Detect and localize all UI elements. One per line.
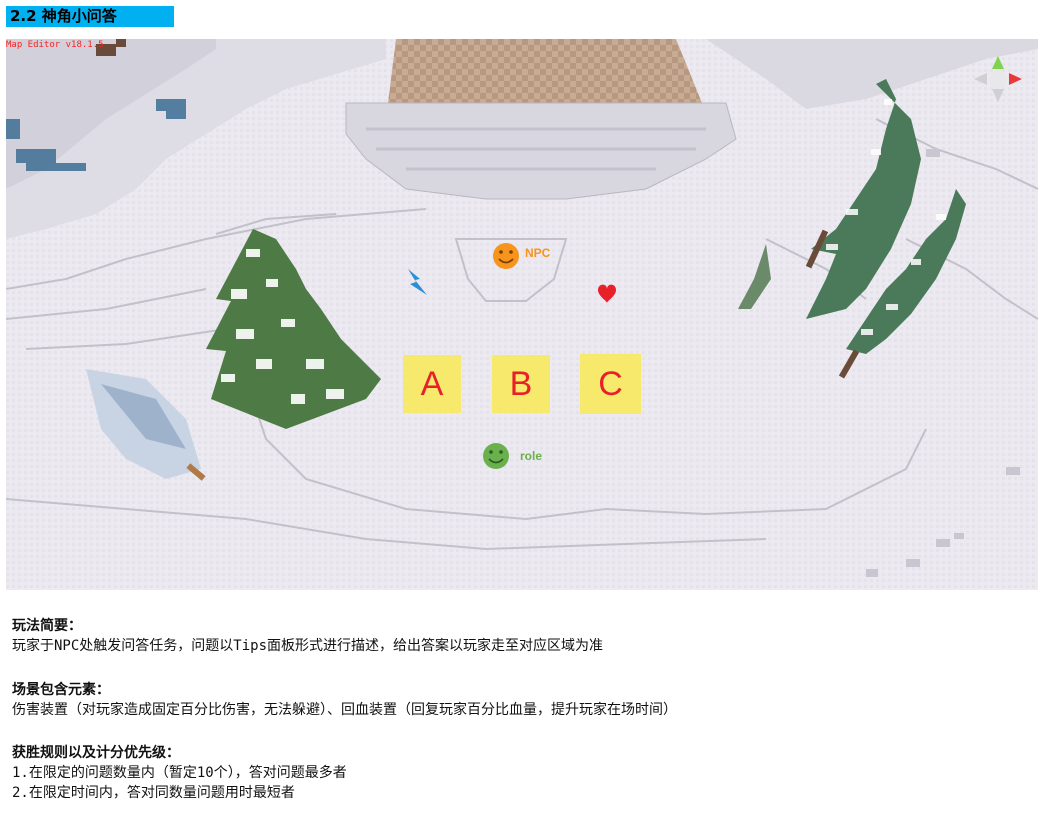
- rules-line-1: 1.在限定的问题数量内（暂定10个），答对问题最多者: [12, 765, 347, 781]
- elements-title: 场景包含元素：: [12, 682, 110, 698]
- gameplay-title: 玩法简要：: [12, 618, 82, 634]
- elements-section: 场景包含元素： 伤害装置（对玩家造成固定百分比伤害，无法躲避）、回血装置（回复玩…: [12, 680, 1032, 720]
- answer-zone-b[interactable]: B: [492, 355, 550, 413]
- npc-face-icon: [493, 243, 519, 269]
- section-header: 2.2 神角小问答: [6, 6, 174, 27]
- map-editor-viewport[interactable]: Map Editor v18.1.5 NPC role A B C: [6, 39, 1038, 590]
- gameplay-line: 玩家于NPC处触发问答任务，问题以Tips面板形式进行描述，给出答案以玩家走至对…: [12, 638, 603, 654]
- role-face-icon: [483, 443, 509, 469]
- rules-title: 获胜规则以及计分优先级：: [12, 745, 180, 761]
- rules-section: 获胜规则以及计分优先级： 1.在限定的问题数量内（暂定10个），答对问题最多者 …: [12, 743, 1032, 803]
- snow-terrain: [6, 39, 1038, 590]
- role-label: role: [520, 449, 543, 463]
- elements-line: 伤害装置（对玩家造成固定百分比伤害，无法躲避）、回血装置（回复玩家百分比血量，提…: [12, 702, 677, 718]
- editor-version-label: Map Editor v18.1.5: [6, 40, 104, 50]
- gameplay-section: 玩法简要： 玩家于NPC处触发问答任务，问题以Tips面板形式进行描述，给出答案…: [12, 616, 1032, 656]
- npc-label: NPC: [525, 246, 551, 260]
- rules-line-2: 2.在限定时间内，答对同数量问题用时最短者: [12, 785, 295, 801]
- answer-zone-a[interactable]: A: [403, 355, 461, 413]
- answer-zone-c[interactable]: C: [580, 354, 641, 414]
